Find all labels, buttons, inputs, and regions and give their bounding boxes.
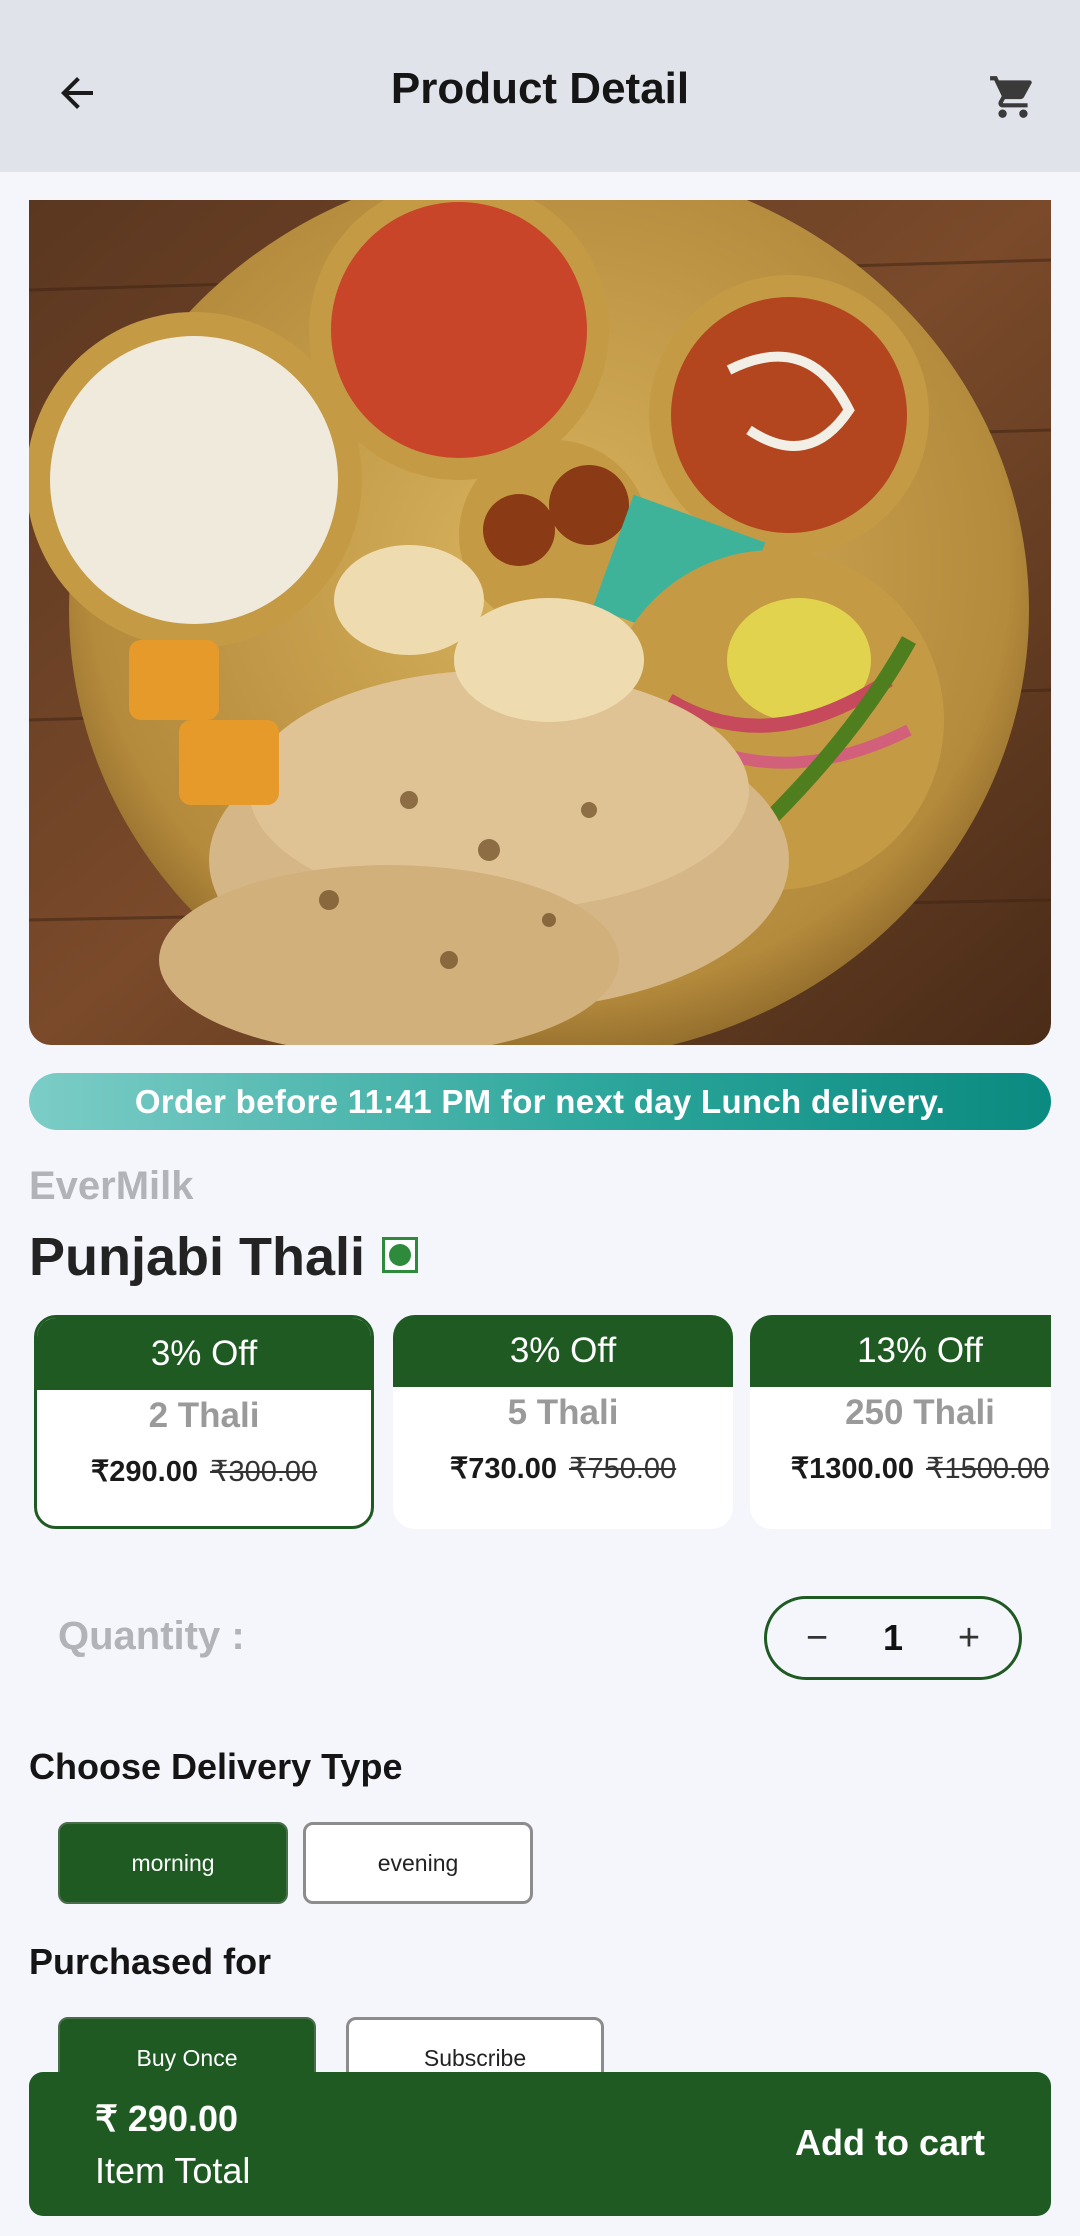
quantity-value: 1 xyxy=(882,1617,904,1658)
item-total-label: Item Total xyxy=(95,2150,251,2191)
pack-discount: 3% Off xyxy=(393,1315,733,1387)
cart-button[interactable] xyxy=(980,64,1046,130)
pack-price: ₹290.00 ₹300.00 xyxy=(37,1454,371,1489)
pack-mrp: ₹750.00 xyxy=(569,1453,677,1485)
delivery-option-evening[interactable]: evening xyxy=(303,1822,533,1904)
shopping-cart-icon xyxy=(990,76,1032,118)
cart-summary-bar: ₹ 290.00 Item Total Add to cart xyxy=(29,2072,1051,2216)
pack-sale-price: ₹730.00 xyxy=(449,1453,557,1485)
pack-option-250-thali[interactable]: 13% Off 250 Thali ₹1300.00 ₹1500.00 xyxy=(750,1315,1051,1529)
increment-button[interactable]: + xyxy=(947,1616,991,1660)
product-image xyxy=(29,200,1051,1045)
pack-name: 5 Thali xyxy=(507,1393,619,1432)
pack-price: ₹1300.00 ₹1500.00 xyxy=(750,1451,1051,1486)
quantity-label: Quantity : xyxy=(58,1614,245,1658)
purchased-for-title: Purchased for xyxy=(29,1941,272,1982)
pack-discount: 13% Off xyxy=(750,1315,1051,1387)
pack-sale-price: ₹290.00 xyxy=(90,1456,198,1488)
pack-mrp: ₹1500.00 xyxy=(926,1453,1050,1485)
delivery-cutoff-banner: Order before 11:41 PM for next day Lunch… xyxy=(29,1073,1051,1130)
brand-name: EverMilk xyxy=(29,1164,194,1208)
pack-name: 250 Thali xyxy=(845,1393,995,1432)
product-name: Punjabi Thali xyxy=(29,1227,366,1287)
decrement-button[interactable]: − xyxy=(795,1616,839,1660)
pack-sale-price: ₹1300.00 xyxy=(790,1453,914,1485)
item-total-price: ₹ 290.00 xyxy=(95,2098,239,2139)
pack-price: ₹730.00 ₹750.00 xyxy=(393,1451,733,1486)
delivery-type-title: Choose Delivery Type xyxy=(29,1746,403,1787)
add-to-cart-button[interactable]: Add to cart xyxy=(795,2122,985,2164)
pack-discount: 3% Off xyxy=(37,1318,371,1390)
pack-option-5-thali[interactable]: 3% Off 5 Thali ₹730.00 ₹750.00 xyxy=(393,1315,733,1529)
quantity-stepper: − 1 + xyxy=(764,1596,1022,1680)
pack-mrp: ₹300.00 xyxy=(210,1456,318,1488)
pack-option-2-thali[interactable]: 3% Off 2 Thali ₹290.00 ₹300.00 xyxy=(34,1315,374,1529)
pack-options: 3% Off 2 Thali ₹290.00 ₹300.00 3% Off 5 … xyxy=(29,1313,1051,1535)
veg-icon xyxy=(382,1237,418,1273)
app-bar: Product Detail xyxy=(0,0,1080,172)
page-title: Product Detail xyxy=(390,64,690,113)
pack-name: 2 Thali xyxy=(148,1396,260,1435)
delivery-option-morning[interactable]: morning xyxy=(58,1822,288,1904)
